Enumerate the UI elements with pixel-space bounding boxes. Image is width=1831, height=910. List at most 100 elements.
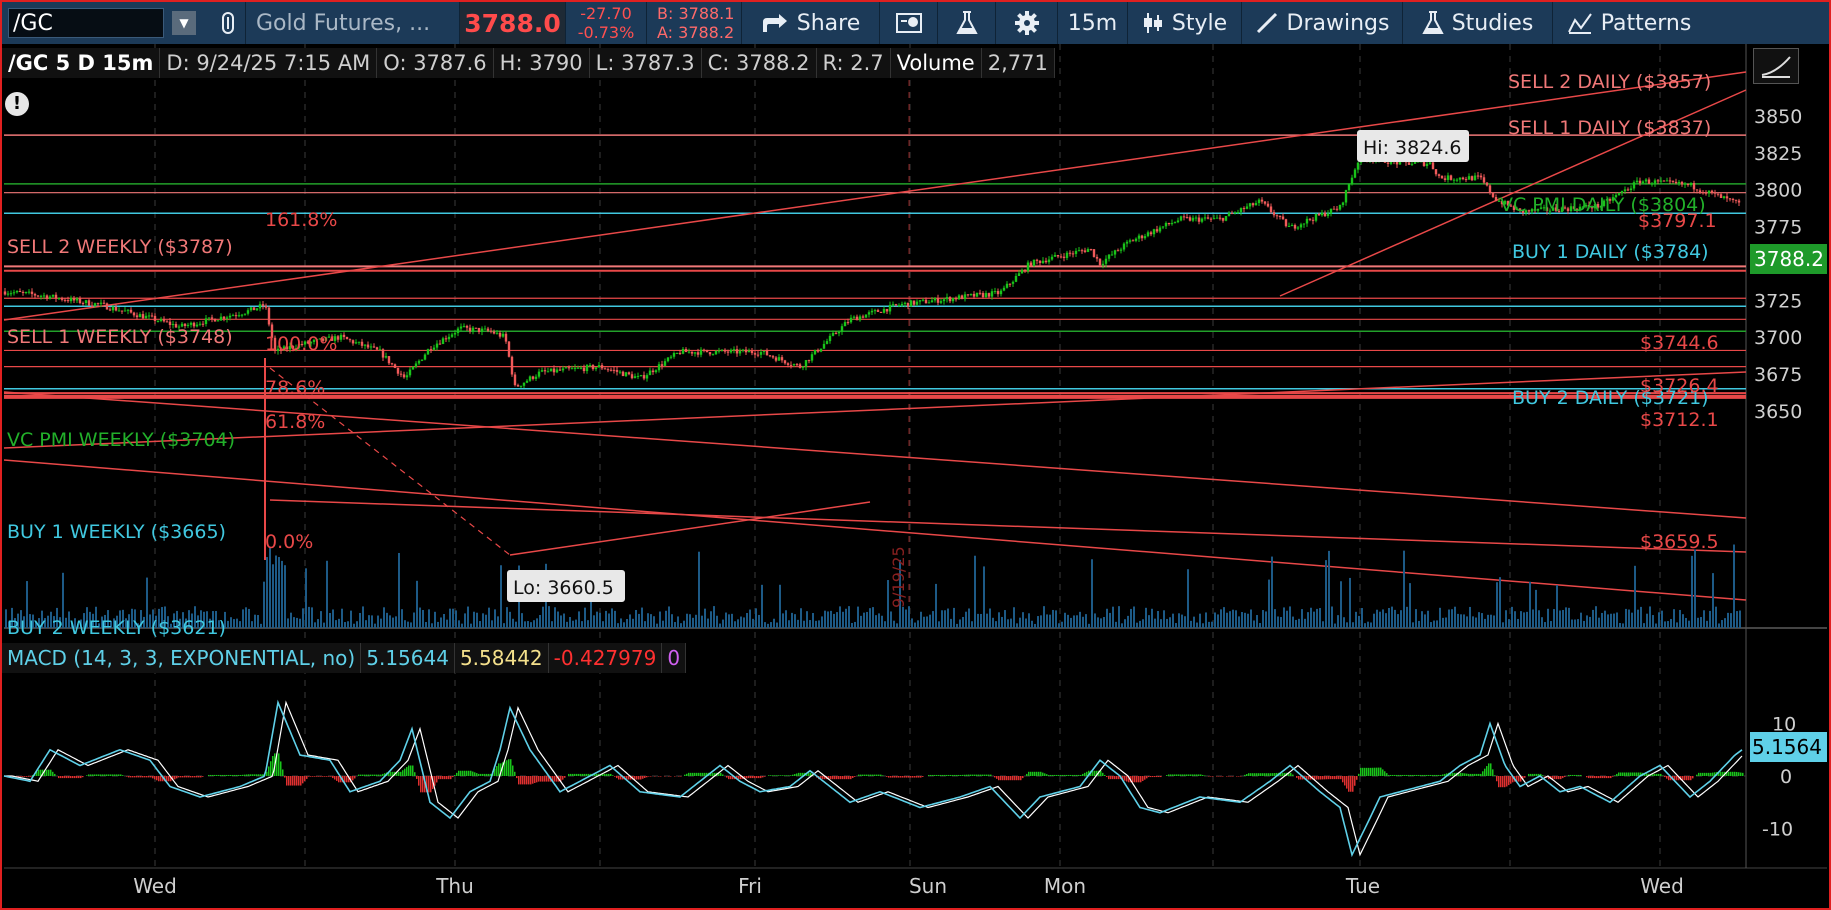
- candle-body: [1173, 222, 1177, 224]
- volume-bar: [392, 617, 394, 628]
- macd-histogram-bar: [1710, 772, 1712, 776]
- macd-histogram-bar: [912, 776, 914, 778]
- volume-bar: [1208, 621, 1210, 628]
- price-chart[interactable]: SELL 2 DAILY ($3857) SELL 1 DAILY ($3837…: [0, 0, 1831, 910]
- macd-histogram-bar: [606, 773, 608, 776]
- candle-body: [1002, 287, 1006, 291]
- volume-bar: [1058, 623, 1060, 628]
- volume-bar: [1118, 606, 1120, 628]
- volume-bar: [1583, 620, 1585, 628]
- macd-histogram-bar: [966, 774, 968, 776]
- macd-histogram-bar: [1194, 774, 1196, 776]
- volume-bar: [1127, 615, 1129, 628]
- candle-body: [1305, 218, 1309, 224]
- candle-body: [1230, 213, 1234, 215]
- volume-bar: [1379, 611, 1381, 628]
- volume-bar: [869, 608, 871, 628]
- macd-histogram-bar: [994, 776, 996, 778]
- macd-histogram-bar: [216, 774, 218, 776]
- volume-bar: [1592, 609, 1594, 628]
- volume-bar: [404, 620, 406, 628]
- volume-bar: [350, 610, 352, 628]
- volume-bar: [1670, 618, 1672, 628]
- volume-bar: [251, 621, 253, 628]
- macd-histogram-bar: [1138, 776, 1140, 783]
- macd-histogram-bar: [292, 776, 294, 786]
- candle-body: [96, 303, 100, 305]
- alert-icon[interactable]: !: [5, 92, 29, 116]
- candle-body: [1239, 208, 1243, 213]
- macd-histogram-bar: [112, 774, 114, 776]
- macd-histogram-bar: [1252, 773, 1254, 776]
- macd-histogram-bar: [1420, 774, 1422, 776]
- macd-histogram-bar: [794, 774, 796, 776]
- macd-histogram-bar: [1336, 776, 1338, 780]
- candle-body: [630, 374, 634, 379]
- macd-histogram-bar: [480, 773, 482, 776]
- macd-histogram-bar: [1296, 776, 1298, 778]
- candle-body: [78, 298, 82, 303]
- macd-histogram-bar: [1502, 776, 1504, 788]
- volume-bar: [1247, 613, 1249, 628]
- macd-histogram-bar: [1048, 774, 1050, 776]
- macd-value: 5.15644: [361, 643, 455, 673]
- macd-histogram-bar: [1032, 771, 1034, 776]
- macd-histogram-bar: [1136, 776, 1138, 783]
- volume-bar: [1133, 606, 1135, 628]
- candle-body: [1281, 216, 1285, 220]
- volume-bar: [1256, 615, 1258, 628]
- macd-histogram-bar: [752, 776, 754, 779]
- candle-body: [441, 338, 445, 344]
- volume-bar: [890, 611, 892, 628]
- volume-bar: [683, 620, 685, 628]
- candle-body: [1128, 240, 1132, 242]
- macd-histogram-bar: [938, 774, 940, 776]
- volume-bar: [1529, 581, 1531, 628]
- volume-bar: [1139, 620, 1141, 628]
- macd-histogram-bar: [636, 776, 638, 780]
- macd-histogram-bar: [914, 776, 916, 778]
- candle-body: [744, 349, 748, 353]
- candle-body: [1461, 177, 1465, 180]
- volume-bar: [695, 614, 697, 628]
- macd-histogram-bar: [786, 775, 788, 776]
- macd-histogram-bar: [782, 775, 784, 776]
- candle-body: [858, 316, 862, 321]
- candle-body: [984, 293, 988, 298]
- volume-bar: [1364, 623, 1366, 628]
- volume-bar: [1322, 621, 1324, 628]
- candle-body: [1143, 236, 1147, 239]
- volume-bar: [1685, 617, 1687, 628]
- axis-settings-icon[interactable]: [1753, 48, 1799, 84]
- p3797-label: $3797.1: [1638, 210, 1717, 232]
- candle-body: [954, 297, 958, 300]
- macd-histogram-bar: [1630, 772, 1632, 776]
- candle-body: [1347, 184, 1351, 191]
- candle-body: [1629, 188, 1633, 191]
- volume-bar: [1049, 614, 1051, 628]
- macd-histogram-bar: [1012, 776, 1014, 781]
- candle-body: [1182, 216, 1186, 218]
- macd-plot: [3, 699, 1744, 858]
- candle-body: [789, 364, 793, 366]
- macd-histogram-bar: [1290, 772, 1292, 776]
- macd-histogram-bar: [604, 773, 606, 776]
- volume-bar: [1055, 610, 1057, 628]
- candle-body: [651, 370, 655, 373]
- volume-bar: [1151, 608, 1153, 628]
- macd-histogram-bar: [584, 773, 586, 776]
- macd-histogram-bar: [684, 774, 686, 776]
- volume-bar: [1565, 607, 1567, 628]
- candle-body: [1473, 175, 1477, 181]
- macd-histogram-bar: [446, 776, 448, 780]
- time-axis[interactable]: Wed Thu Fri Sun Mon Tue Wed: [133, 874, 1684, 898]
- candle-body: [1149, 232, 1153, 235]
- volume-bar: [1640, 606, 1642, 628]
- volume-bar: [1109, 612, 1111, 628]
- macd-histogram-bar: [1518, 776, 1520, 782]
- volume-bar: [893, 620, 895, 628]
- volume-bar: [602, 621, 604, 628]
- macd-histogram-bar: [218, 774, 220, 776]
- macd-histogram-bar: [1636, 772, 1638, 776]
- volume-bar: [296, 617, 298, 628]
